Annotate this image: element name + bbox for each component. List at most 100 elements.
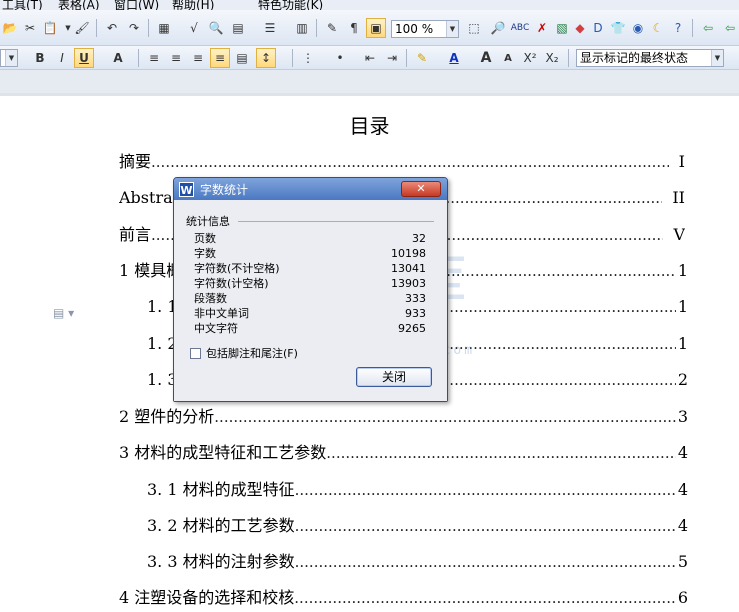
word-count-icon[interactable]: ✗ [532,18,552,38]
bold-button[interactable]: B [30,48,50,68]
zoom-select[interactable]: 100 % ▼ [391,20,459,38]
justify-icon[interactable]: ≡ [210,48,230,68]
help-icon[interactable]: ? [668,18,688,38]
toc-entry-label: 3. 1 材料的成型特征 [147,480,295,499]
stat-label: 字数 [194,247,216,260]
wps-writer-icon: W [179,182,194,197]
superscript-button[interactable]: X² [520,48,540,68]
shirt-icon[interactable]: 👕 [608,18,628,38]
highlight-icon[interactable]: ✎ [412,48,432,68]
stat-value: 333 [405,292,426,305]
paragraph-mark-icon[interactable]: ¶ [344,18,364,38]
italic-button[interactable]: I [52,48,72,68]
select-objects-icon[interactable]: ⬚ [464,18,484,38]
shrink-font-button[interactable]: A [498,48,518,68]
toc-entry[interactable]: 3 材料的成型特征和工艺参数 4 [119,442,688,464]
toc-title: 目录 [349,114,390,138]
stat-label: 页数 [194,232,216,245]
format-toolbar: ▼ B I U A ≡ ≡ ≡ ≡ ▤ ↕ ⋮ • ⇤ ⇥ ✎ A A A X²… [0,46,739,70]
increase-indent-icon[interactable]: ⇥ [382,48,402,68]
stat-row: 字符数(计空格) 13903 [194,276,426,291]
stat-value: 933 [405,307,426,320]
paste-options-icon[interactable]: ▤ ▾ [53,306,75,320]
subscript-button[interactable]: X₂ [542,48,562,68]
dialog-title-bar[interactable]: W 字数统计 ✕ [174,178,447,200]
find-replace-icon[interactable]: 🔎 [488,18,508,38]
toc-entry-page: 2 [677,370,688,389]
toc-entry[interactable]: 摘要 I [119,151,685,173]
review-icon[interactable]: ✎ [322,18,342,38]
chevron-down-icon: ▼ [446,21,458,37]
toc-entry-page: 1 [677,261,688,280]
toc-entry[interactable]: 2 塑件的分析 3 [119,406,688,428]
stat-row: 页数 32 [194,231,426,246]
toc-leader [214,406,676,428]
numbered-list-icon[interactable]: ⋮ [298,48,318,68]
include-footnotes-checkbox[interactable]: 包括脚注和尾注(F) [190,345,298,361]
toc-entry[interactable]: 3. 3 材料的注射参数 5 [147,551,688,573]
toc-entry[interactable]: 3. 1 材料的成型特征 4 [147,479,688,501]
close-button[interactable]: 关闭 [356,367,432,387]
separator [406,49,407,67]
font-color-button[interactable]: A [444,48,464,68]
show-hide-icon[interactable]: ▣ [366,18,386,38]
chevron-down-icon: ▼ [711,50,723,66]
toc-entry-page: 3 [677,407,688,426]
backup-icon[interactable]: ◉ [628,18,648,38]
align-center-icon[interactable]: ≡ [166,48,186,68]
night-mode-icon[interactable]: ☾ [648,18,668,38]
toc-entry-page: 5 [677,552,688,571]
style-select[interactable]: ▼ [0,49,18,67]
word-count-dialog: W 字数统计 ✕ 统计信息 页数 32 字数 10198 字符数(不计空格) 1… [173,177,448,402]
formula-icon[interactable]: √ [184,18,204,38]
template-icon[interactable]: ▧ [552,18,572,38]
doc-icon[interactable]: D [588,18,608,38]
chart-icon[interactable]: ▥ [292,18,312,38]
paste-icon[interactable]: 📋 [40,18,60,38]
checkbox-box[interactable] [190,347,201,359]
menu-window[interactable]: 窗口(W) [114,0,159,10]
menu-tools[interactable]: 工具(T) [2,0,43,10]
toc-leader [295,551,676,573]
grow-font-button[interactable]: A [476,48,496,68]
close-icon[interactable]: ✕ [401,181,441,197]
separator [138,49,139,67]
toc-entry-page: 4 [677,443,688,462]
stat-row: 非中文单词 933 [194,306,426,321]
separator [96,19,97,37]
cut-icon[interactable]: ✂ [20,18,40,38]
align-right-icon[interactable]: ≡ [188,48,208,68]
toc-entry-label: 4 注塑设备的选择和校核 [119,588,295,607]
toc-entry-page: 1 [677,334,688,353]
underline-button[interactable]: U [74,48,94,68]
separator [316,19,317,37]
spellcheck-icon[interactable]: ABC [510,18,530,38]
undo-icon[interactable]: ↶ [102,18,122,38]
bullet-list-icon[interactable]: • [330,48,350,68]
open-icon[interactable]: 📂 [0,18,20,38]
toc-leader [151,151,669,173]
align-left-icon[interactable]: ≡ [144,48,164,68]
line-spacing-icon[interactable]: ↕ [256,48,276,68]
menu-help[interactable]: 帮助(H) [172,0,214,10]
columns-icon[interactable]: ☰ [260,18,280,38]
share-icon[interactable]: ◆ [570,18,590,38]
tracking-mode-select[interactable]: 显示标记的最终状态 ▼ [576,49,724,67]
toc-entry[interactable]: 4 注塑设备的选择和校核 6 [119,587,688,609]
character-shading-button[interactable]: A [108,48,128,68]
forward-icon[interactable]: ⇦ [720,18,739,38]
menu-features[interactable]: 特色功能(K) [258,0,323,10]
insert-table-icon[interactable]: ▦ [154,18,174,38]
toc-entry[interactable]: 3. 2 材料的工艺参数 4 [147,515,688,537]
standard-toolbar: 📂 ✂ 📋 ▼ 🖌 ↶ ↷ ▦ √ 🔍 ▤ ☰ ▥ ✎ ¶ ▣ 100 % ▼ … [0,10,739,46]
redo-icon[interactable]: ↷ [124,18,144,38]
chevron-down-icon: ▼ [5,50,17,66]
toc-entry-page: 4 [677,480,688,499]
format-painter-icon[interactable]: 🖌 [72,18,92,38]
decrease-indent-icon[interactable]: ⇤ [360,48,380,68]
back-icon[interactable]: ⇦ [698,18,718,38]
menu-table[interactable]: 表格(A) [58,0,100,10]
distribute-icon[interactable]: ▤ [232,48,252,68]
find-icon[interactable]: 🔍 [206,18,226,38]
table-tools-icon[interactable]: ▤ [228,18,248,38]
